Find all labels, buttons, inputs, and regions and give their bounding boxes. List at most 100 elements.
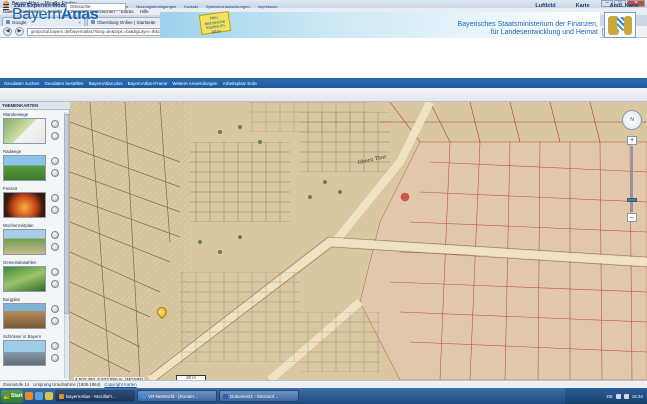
ministry-line-1: Bayerisches Staatsministerium der Finanz… xyxy=(457,21,598,28)
start-button[interactable]: Start xyxy=(1,389,23,403)
nav-bayernatlas-iframe[interactable]: BayernAtlas-iFrame xyxy=(128,81,168,86)
add-layer-icon[interactable] xyxy=(51,169,59,177)
tab-obernburg[interactable]: Obernburg Online | Startseite × xyxy=(87,17,170,26)
ministry-title: Bayerisches Staatsministerium der Finanz… xyxy=(408,21,598,37)
view-luftbild-button[interactable]: Luftbild xyxy=(535,3,555,9)
task-vr-networld[interactable]: VR-NetWorld - [Konten… xyxy=(137,390,217,402)
theme-item[interactable]: Wochenzeitplan xyxy=(2,223,66,258)
tab-label: Obernburg Online | Startseite xyxy=(97,19,156,25)
google-favicon-icon xyxy=(6,20,10,24)
theme-thumbnail[interactable] xyxy=(3,303,46,329)
theme-item[interactable]: Gemeindewahlen xyxy=(2,260,66,295)
view-amtl-karte-button[interactable]: Amtl. Karte xyxy=(610,3,639,9)
place-search-input[interactable]: Ortssuche xyxy=(66,3,126,11)
nav-arbeitsplatz-erde[interactable]: Arbeitsplatz Erde xyxy=(223,81,257,86)
language-indicator[interactable]: DE xyxy=(606,394,612,399)
theme-thumbnail[interactable] xyxy=(3,340,46,366)
add-layer-icon[interactable] xyxy=(51,354,59,362)
link-nutzungsbedingungen[interactable]: Nutzungsbedingungen xyxy=(136,4,176,9)
info-icon[interactable] xyxy=(51,120,59,128)
sidebar-scrollbar-thumb[interactable] xyxy=(64,114,69,314)
task-label: Dokument1 - Microsof… xyxy=(230,393,279,399)
info-icon[interactable] xyxy=(51,342,59,350)
volume-icon[interactable] xyxy=(623,393,629,399)
theme-item[interactable]: Schlösser in Bayern xyxy=(2,334,66,369)
hamburger-menu-icon[interactable] xyxy=(3,4,9,10)
site-header xyxy=(0,38,647,78)
link-kontakt[interactable]: Kontakt xyxy=(184,4,198,9)
info-icon[interactable] xyxy=(51,305,59,313)
zoom-slider-track[interactable] xyxy=(631,146,633,212)
nav-geodaten-suchen[interactable]: Geodaten suchen xyxy=(4,81,40,86)
task-bayernatlas[interactable]: BayernAtlas - MozillaFi… xyxy=(55,390,135,402)
nav-geodaten-bestellen[interactable]: Geodaten bestellen xyxy=(45,81,84,86)
app-icon xyxy=(141,393,146,399)
zoom-in-button[interactable]: + xyxy=(627,136,637,145)
expert-mode-button[interactable]: Zum Experten-Modus xyxy=(14,3,70,9)
theme-item[interactable]: Radwege xyxy=(2,149,66,184)
link-systemvoraussetzungen[interactable]: Systemvoraussetzungen xyxy=(206,4,250,9)
theme-thumbnail[interactable] xyxy=(3,229,46,255)
crest-lion-right xyxy=(624,16,632,35)
system-tray: DE 16:34 xyxy=(565,388,647,404)
add-layer-icon[interactable] xyxy=(51,132,59,140)
add-layer-icon[interactable] xyxy=(51,280,59,288)
zoom-level-text: Zoomstufe 14 xyxy=(3,382,30,387)
copyright-link[interactable]: Copyright Karten xyxy=(104,382,136,387)
theme-thumbnail[interactable] xyxy=(3,155,46,181)
info-icon[interactable] xyxy=(51,194,59,202)
firefox-quicklaunch-icon[interactable] xyxy=(25,392,33,400)
theme-thumbnail[interactable] xyxy=(3,118,46,144)
link-impressum[interactable]: Impressum xyxy=(258,4,278,9)
view-karte-button[interactable]: Karte xyxy=(576,3,590,9)
theme-label: Gemeindewahlen xyxy=(3,260,37,265)
theme-label: Freizeit xyxy=(3,186,18,191)
theme-item[interactable]: Wanderwege xyxy=(2,112,66,147)
start-label: Start xyxy=(11,393,23,399)
forward-button[interactable]: ▶ xyxy=(15,27,24,36)
bavarian-crest-icon xyxy=(604,12,636,38)
task-word-document[interactable]: Dokument1 - Microsof… xyxy=(219,390,299,402)
menu-item-hilfe[interactable]: Hilfe xyxy=(140,9,149,14)
info-icon[interactable] xyxy=(51,231,59,239)
folder-quicklaunch-icon[interactable] xyxy=(45,392,53,400)
add-layer-icon[interactable] xyxy=(51,206,59,214)
windows-taskbar: Start BayernAtlas - MozillaFi… VR-NetWor… xyxy=(0,388,647,404)
sidebar-header: THEMENKARTEN xyxy=(0,102,70,110)
clock[interactable]: 16:34 xyxy=(632,394,643,399)
task-label: BayernAtlas - MozillaFi… xyxy=(66,393,117,399)
task-label: VR-NetWorld - [Konten… xyxy=(148,393,199,399)
theme-label: Wochenzeitplan xyxy=(3,223,34,228)
compass-icon[interactable]: N xyxy=(622,110,642,130)
word-icon xyxy=(223,393,228,399)
theme-item[interactable]: Freizeit xyxy=(2,186,66,221)
theme-label: Burgplan xyxy=(3,297,21,302)
cadastral-map-drawing: Obern Thor xyxy=(70,102,647,380)
historic-map-view[interactable]: Obern Thor xyxy=(70,102,647,380)
windows-logo-icon xyxy=(4,393,9,399)
info-icon[interactable] xyxy=(51,268,59,276)
nav-weitere-anwendungen[interactable]: Weitere Anwendungen xyxy=(172,81,217,86)
theme-thumbnail[interactable] xyxy=(3,192,46,218)
nav-bayernatlas-plus[interactable]: BayernAtlas-plus xyxy=(89,81,123,86)
theme-label: Wanderwege xyxy=(3,112,29,117)
theme-label: Schlösser in Bayern xyxy=(3,334,42,339)
back-button[interactable]: ◀ xyxy=(3,27,12,36)
theme-thumbnail[interactable] xyxy=(3,266,46,292)
map-status-bar: Zoomstufe 14 Ursprung Uraufnahme (1808-1… xyxy=(0,380,647,388)
main-nav: Geodaten suchen Geodaten bestellen Bayer… xyxy=(0,78,647,88)
add-layer-icon[interactable] xyxy=(51,317,59,325)
network-icon[interactable] xyxy=(615,393,621,399)
source-text: Ursprung Uraufnahme (1808-1864) xyxy=(33,382,101,387)
historic-maps-badge[interactable]: Neu: historische Karten im Atlas xyxy=(198,11,232,35)
info-icon[interactable] xyxy=(51,157,59,165)
zoom-slider-handle[interactable] xyxy=(627,198,637,202)
zoom-out-button[interactable]: – xyxy=(627,213,637,222)
add-layer-icon[interactable] xyxy=(51,243,59,251)
explorer-quicklaunch-icon[interactable] xyxy=(35,392,43,400)
theme-sidebar: THEMENKARTEN Wanderwege Radwege Freizeit… xyxy=(0,102,70,380)
view-switcher: Luftbild Karte Amtl. Karte xyxy=(535,3,639,9)
ministry-line-2: für Landesentwicklung und Heimat xyxy=(490,29,598,36)
theme-item[interactable]: Burgplan xyxy=(2,297,66,332)
theme-label: Radwege xyxy=(3,149,22,154)
